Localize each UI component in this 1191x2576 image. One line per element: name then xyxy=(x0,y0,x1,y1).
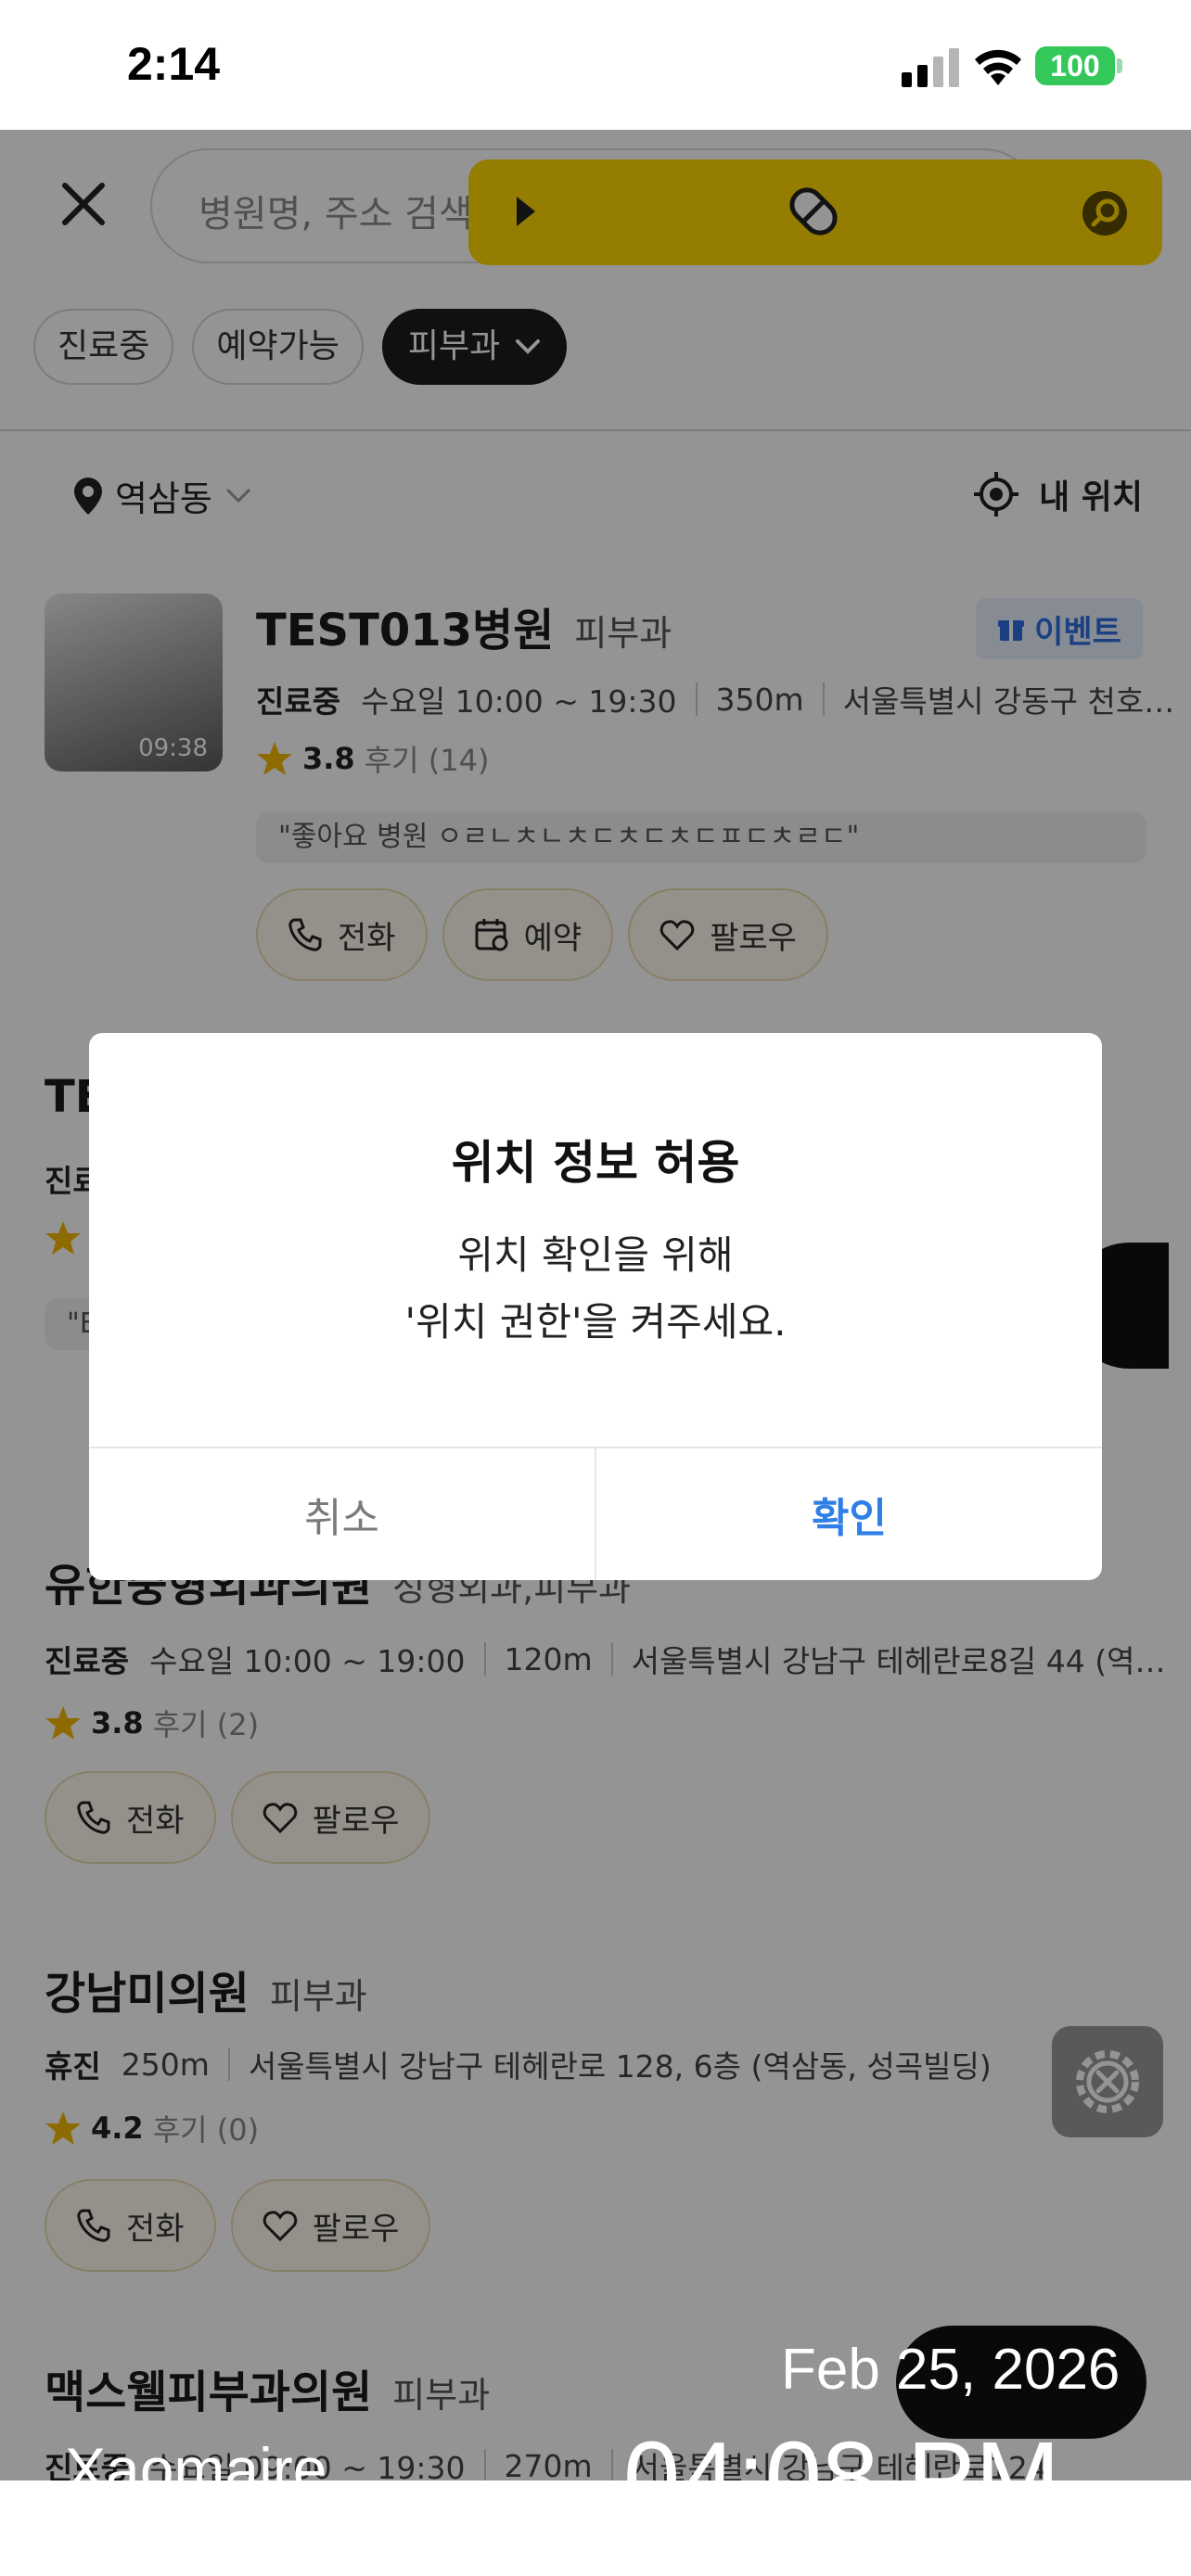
location-permission-dialog: 위치 정보 허용 위치 확인을 위해 '위치 권한'을 켜주세요. 취소 확인 xyxy=(89,1033,1102,1580)
cancel-button[interactable]: 취소 xyxy=(89,1448,596,1580)
dialog-title: 위치 정보 허용 xyxy=(451,1136,740,1190)
overlay-time: 04:08 PM xyxy=(623,2428,1060,2480)
overlay-date: Feb 25, 2026 xyxy=(781,2338,1121,2402)
status-time: 2:14 xyxy=(127,38,221,90)
status-bar: 2:14 100 xyxy=(0,0,1191,130)
battery-nub xyxy=(1117,58,1122,73)
cellular-signal-icon xyxy=(902,48,959,87)
bottom-safe-area xyxy=(0,2480,1191,2576)
dialog-actions: 취소 확인 xyxy=(89,1447,1102,1580)
battery-indicator: 100 xyxy=(1035,46,1115,85)
wifi-icon xyxy=(975,49,1021,85)
dialog-message-line1: 위치 확인을 위해 xyxy=(457,1232,734,1278)
overlay-label: Xaomaire xyxy=(65,2439,327,2480)
dialog-message-line2: '위치 권한'을 켜주세요. xyxy=(404,1299,787,1345)
screen: 2:14 100 병원명, 주소 검색 진료중 예약가능 피부과 역삼동 내 위… xyxy=(0,0,1191,2576)
confirm-button[interactable]: 확인 xyxy=(596,1448,1102,1580)
